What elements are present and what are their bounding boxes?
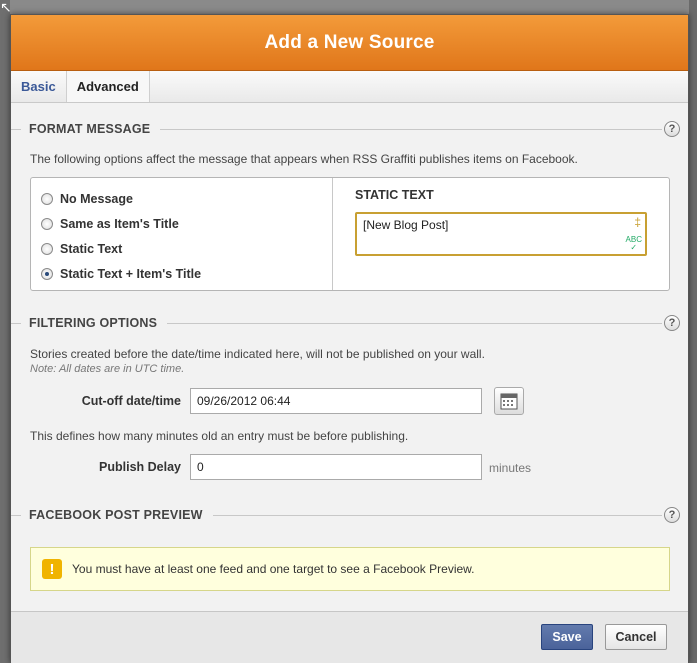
publish-delay-label: Publish Delay bbox=[99, 460, 181, 474]
preview-warning: ! You must have at least one feed and on… bbox=[30, 547, 670, 591]
format-message-header: FORMAT MESSAGE ? bbox=[11, 119, 690, 139]
tab-basic[interactable]: Basic bbox=[11, 71, 67, 102]
filtering-help-icon[interactable]: ? bbox=[664, 315, 680, 331]
dialog-footer: Save Cancel bbox=[11, 611, 688, 663]
publish-delay-input[interactable]: 0 bbox=[190, 454, 482, 480]
delay-description: This defines how many minutes old an ent… bbox=[30, 429, 409, 443]
static-text-value: [New Blog Post] bbox=[363, 218, 449, 232]
tab-advanced[interactable]: Advanced bbox=[66, 71, 150, 102]
save-button[interactable]: Save bbox=[541, 624, 593, 650]
option-label: No Message bbox=[60, 191, 133, 206]
preview-help-icon[interactable]: ? bbox=[664, 507, 680, 523]
radio-same-as-title[interactable] bbox=[41, 217, 53, 230]
facebook-preview-title: FACEBOOK POST PREVIEW bbox=[29, 508, 203, 522]
warning-icon: ! bbox=[42, 559, 62, 579]
dialog-title: Add a New Source bbox=[11, 15, 688, 71]
option-same-as-title[interactable]: Same as Item's Title bbox=[41, 211, 322, 236]
mouse-cursor-icon: ↖ bbox=[0, 0, 12, 15]
format-options-box: No Message Same as Item's Title Static T… bbox=[30, 177, 670, 291]
static-text-heading: STATIC TEXT bbox=[355, 188, 434, 202]
publish-delay-value: 0 bbox=[197, 460, 204, 474]
add-source-dialog: Add a New Source Basic Advanced FORMAT M… bbox=[10, 14, 689, 663]
filtering-description: Stories created before the date/time ind… bbox=[30, 347, 485, 361]
calendar-button[interactable] bbox=[494, 387, 524, 415]
resize-grip-icon: ‡ bbox=[634, 215, 641, 229]
filtering-options-title: FILTERING OPTIONS bbox=[29, 316, 158, 330]
static-text-input[interactable]: [New Blog Post] ‡ ABC ✓ bbox=[355, 212, 647, 256]
cancel-button[interactable]: Cancel bbox=[605, 624, 667, 650]
option-static-text-plus-title[interactable]: Static Text + Item's Title bbox=[41, 261, 322, 286]
radio-no-message[interactable] bbox=[41, 192, 53, 205]
static-text-panel: STATIC TEXT [New Blog Post] ‡ ABC ✓ bbox=[333, 178, 669, 290]
cutoff-date-input[interactable]: 09/26/2012 06:44 bbox=[190, 388, 482, 414]
spellcheck-icon: ABC ✓ bbox=[625, 235, 642, 252]
format-message-description: The following options affect the message… bbox=[30, 152, 578, 166]
tab-bar: Basic Advanced bbox=[11, 71, 688, 103]
radio-static-text-plus-title[interactable] bbox=[41, 267, 53, 280]
backdrop-left bbox=[0, 0, 10, 663]
option-static-text[interactable]: Static Text bbox=[41, 236, 322, 261]
option-label: Static Text + Item's Title bbox=[60, 266, 202, 281]
warning-text: You must have at least one feed and one … bbox=[72, 562, 475, 576]
radio-static-text[interactable] bbox=[41, 242, 53, 255]
delay-unit: minutes bbox=[489, 461, 532, 475]
facebook-preview-header: FACEBOOK POST PREVIEW ? bbox=[11, 505, 690, 525]
cutoff-date-value: 09/26/2012 06:44 bbox=[197, 394, 291, 408]
filtering-options-header: FILTERING OPTIONS ? bbox=[11, 313, 690, 333]
calendar-icon bbox=[500, 393, 518, 410]
option-no-message[interactable]: No Message bbox=[41, 186, 322, 211]
option-label: Same as Item's Title bbox=[60, 216, 179, 231]
format-message-help-icon[interactable]: ? bbox=[664, 121, 680, 137]
utc-note: Note: All dates are in UTC time. bbox=[30, 363, 185, 375]
option-label: Static Text bbox=[60, 241, 123, 256]
cutoff-label: Cut-off date/time bbox=[81, 394, 181, 408]
message-type-options: No Message Same as Item's Title Static T… bbox=[31, 178, 333, 290]
backdrop-right bbox=[689, 0, 697, 663]
format-message-title: FORMAT MESSAGE bbox=[29, 122, 151, 136]
